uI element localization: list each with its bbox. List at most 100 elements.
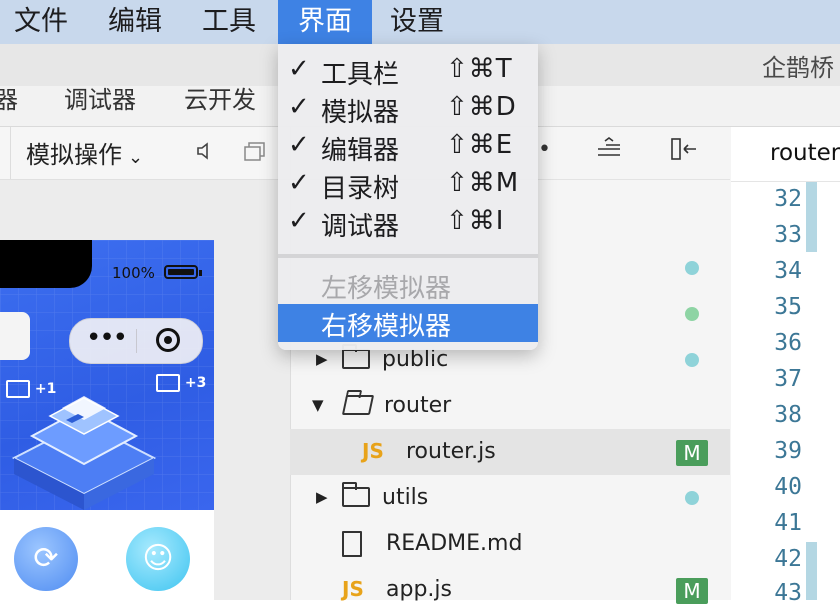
simulator-ops-dropdown[interactable]: 模拟操作 ⌄: [26, 135, 143, 170]
chat-bubble-icon: ☺: [142, 541, 174, 576]
close-target-icon[interactable]: [156, 328, 180, 352]
tree-row-label: README.md: [386, 531, 523, 556]
more-icon[interactable]: •••: [86, 323, 128, 353]
tree-row-app-js[interactable]: JS app.js: [290, 567, 730, 613]
menu-separator: [278, 254, 538, 258]
menu-item-label: 编辑器: [321, 136, 400, 166]
comment-badge-right: +3: [156, 374, 206, 392]
menu-item-debugger[interactable]: ✓ 调试器 ⇧⌘I: [278, 204, 538, 242]
line-number: 40: [774, 474, 802, 500]
split-left-icon[interactable]: [670, 137, 698, 165]
capsule-divider: [136, 329, 137, 353]
toolbar-divider: [0, 127, 11, 179]
status-dot: [685, 491, 699, 505]
speaker-icon[interactable]: [192, 140, 218, 166]
line-number: 37: [774, 366, 802, 392]
check-icon: ✓: [288, 130, 310, 160]
line-number: 39: [774, 438, 802, 464]
menu-edit[interactable]: 编辑: [108, 0, 162, 44]
refresh-button[interactable]: ⟳: [14, 527, 78, 591]
check-icon: ✓: [288, 92, 310, 122]
more-options-icon[interactable]: •: [538, 137, 551, 162]
menu-item-move-simulator-left: 左移模拟器: [278, 266, 538, 304]
line-number: 41: [774, 510, 802, 536]
line-number: 35: [774, 294, 802, 320]
menu-interface[interactable]: 界面: [278, 0, 372, 44]
shortcut-label: ⇧⌘I: [446, 206, 505, 236]
caret-down-icon[interactable]: ▼: [312, 396, 324, 414]
menu-item-label: 左移模拟器: [321, 274, 452, 304]
menu-file[interactable]: 文件: [14, 0, 68, 44]
tree-row-label: router.js: [406, 439, 496, 464]
status-dot: [685, 307, 699, 321]
tree-row-label: utils: [382, 485, 429, 510]
miniprogram-capsule[interactable]: •••: [69, 318, 203, 364]
shortcut-label: ⇧⌘T: [446, 54, 513, 84]
phone-bottom-bar: ⟳ ☺: [0, 510, 214, 600]
status-dot: [685, 353, 699, 367]
line-number: 32: [774, 186, 802, 212]
menu-item-directory-tree[interactable]: ✓ 目录树 ⇧⌘M: [278, 166, 538, 204]
caret-right-icon[interactable]: ▶: [316, 488, 328, 506]
tree-row-router[interactable]: ▼ router: [290, 383, 730, 429]
collapse-icon[interactable]: [596, 137, 622, 165]
menu-settings[interactable]: 设置: [390, 0, 444, 44]
interface-menu-dropdown: ✓ 工具栏 ⇧⌘T ✓ 模拟器 ⇧⌘D ✓ 编辑器 ⇧⌘E ✓ 目录树 ⇧⌘M …: [278, 44, 538, 350]
window-icon[interactable]: [242, 140, 268, 166]
tree-row-readme[interactable]: README.md: [290, 521, 730, 567]
menu-item-label: 工具栏: [321, 60, 400, 90]
window-title: 企鹊桥: [762, 54, 834, 82]
tree-row-label: app.js: [386, 577, 452, 602]
check-icon: ✓: [288, 168, 310, 198]
caret-right-icon[interactable]: ▶: [316, 350, 328, 368]
shortcut-label: ⇧⌘M: [446, 168, 520, 198]
line-number: 43: [774, 580, 802, 606]
menu-item-simulator[interactable]: ✓ 模拟器 ⇧⌘D: [278, 90, 538, 128]
tree-row-label: router: [384, 393, 452, 418]
status-dot: [685, 261, 699, 275]
js-file-icon: JS: [342, 577, 364, 601]
tree-row-router-js[interactable]: JS router.js: [290, 429, 730, 475]
diff-change-bar: [806, 542, 817, 600]
phone-notch: [0, 240, 92, 288]
phone-simulator[interactable]: 100% ••• +1 +3 ⟳ ☺: [0, 240, 214, 600]
menu-item-label: 模拟器: [321, 98, 400, 128]
folder-icon: [342, 344, 370, 369]
check-icon: ✓: [288, 206, 310, 236]
menu-item-label: 目录树: [321, 174, 400, 204]
comment-badge-left: +1: [6, 380, 56, 398]
js-file-icon: JS: [362, 439, 384, 463]
check-icon: ✓: [288, 54, 310, 84]
editor-tab-label[interactable]: router.: [770, 140, 840, 166]
menu-tools[interactable]: 工具: [202, 0, 256, 44]
tree-row-utils[interactable]: ▶ utils: [290, 475, 730, 521]
comment-count-left: +1: [34, 381, 57, 397]
tab-simulator[interactable]: 器: [0, 86, 18, 115]
diff-change-bar: [806, 182, 817, 252]
menu-item-toolbar[interactable]: ✓ 工具栏 ⇧⌘T: [278, 52, 538, 90]
modified-badge: M: [676, 440, 708, 466]
menu-bar: 文件 编辑 工具 界面 设置: [0, 0, 840, 44]
refresh-icon: ⟳: [33, 541, 59, 576]
line-number: 33: [774, 222, 802, 248]
line-number: 42: [774, 546, 802, 572]
simulator-ops-label: 模拟操作: [26, 141, 122, 169]
folder-open-icon: [341, 395, 375, 415]
tab-cloud-dev[interactable]: 云开发: [184, 86, 256, 115]
comment-count-right: +3: [184, 375, 207, 391]
tab-debugger[interactable]: 调试器: [64, 86, 136, 115]
line-number: 36: [774, 330, 802, 356]
menu-item-editor[interactable]: ✓ 编辑器 ⇧⌘E: [278, 128, 538, 166]
line-number: 34: [774, 258, 802, 284]
wechat-button[interactable]: ☺: [126, 527, 190, 591]
menu-item-move-simulator-right[interactable]: 右移模拟器: [278, 304, 538, 342]
modified-badge: M: [676, 578, 708, 604]
battery-percent: 100%: [112, 264, 155, 282]
page-nav-back[interactable]: [0, 312, 30, 360]
tree-row-label: public: [382, 347, 449, 372]
shortcut-label: ⇧⌘D: [446, 92, 517, 122]
battery-icon: [164, 265, 198, 279]
menu-item-label: 调试器: [321, 212, 400, 242]
battery-cap: [199, 270, 202, 276]
shortcut-label: ⇧⌘E: [446, 130, 514, 160]
